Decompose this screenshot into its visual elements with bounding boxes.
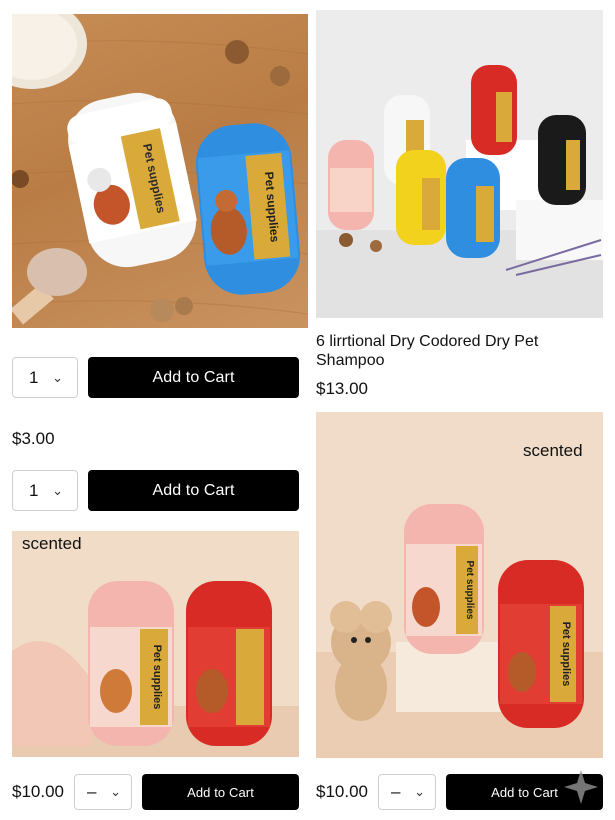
product-title-2[interactable]: 6 lirrtional Dry Codored Dry Pet Shampoo [316, 332, 596, 370]
product-image-4[interactable]: Pet supplies [12, 531, 299, 757]
jar-label-text: Pet supplies [464, 561, 475, 620]
chevron-down-icon: ⌄ [52, 369, 63, 385]
product-image-4-illustration: Pet supplies [12, 581, 299, 757]
chevron-down-icon: ⌄ [52, 482, 63, 498]
product-image-1[interactable]: Pet supplies Pet supplies [12, 14, 308, 328]
jar-label-text: Pet supplies [560, 622, 572, 687]
quantity-value: 1 [29, 480, 39, 500]
quantity-select-5[interactable]: – ⌄ [378, 774, 436, 810]
scented-tag-5: scented [523, 441, 583, 460]
product-image-2-illustration [316, 65, 603, 318]
sparkle-icon [564, 770, 598, 804]
chevron-down-icon: ⌄ [414, 784, 425, 799]
quantity-select-1[interactable]: 1 ⌄ [12, 357, 78, 398]
jar-label-text: Pet supplies [151, 645, 163, 710]
add-to-cart-button-1[interactable]: Add to Cart [88, 357, 299, 398]
quantity-value: 1 [29, 367, 39, 387]
add-to-cart-button-4[interactable]: Add to Cart [142, 774, 299, 810]
product-price-2: $13.00 [316, 379, 368, 398]
product-price-3: $3.00 [12, 429, 55, 448]
quantity-value: – [391, 782, 401, 801]
product-image-1-illustration: Pet supplies Pet supplies [12, 14, 308, 325]
quantity-select-4[interactable]: – ⌄ [74, 774, 132, 810]
product-image-2[interactable] [316, 10, 603, 318]
quantity-select-3[interactable]: 1 ⌄ [12, 470, 78, 511]
add-to-cart-button-3[interactable]: Add to Cart [88, 470, 299, 511]
scented-tag-4: scented [22, 534, 82, 553]
product-price-4: $10.00 [12, 782, 64, 801]
product-image-5-illustration: Pet supplies Pet supplies [316, 504, 603, 758]
product-price-5: $10.00 [316, 782, 368, 801]
chevron-down-icon: ⌄ [110, 784, 121, 799]
product-image-5[interactable]: Pet supplies Pet supplies [316, 412, 603, 758]
quantity-value: – [87, 782, 97, 801]
